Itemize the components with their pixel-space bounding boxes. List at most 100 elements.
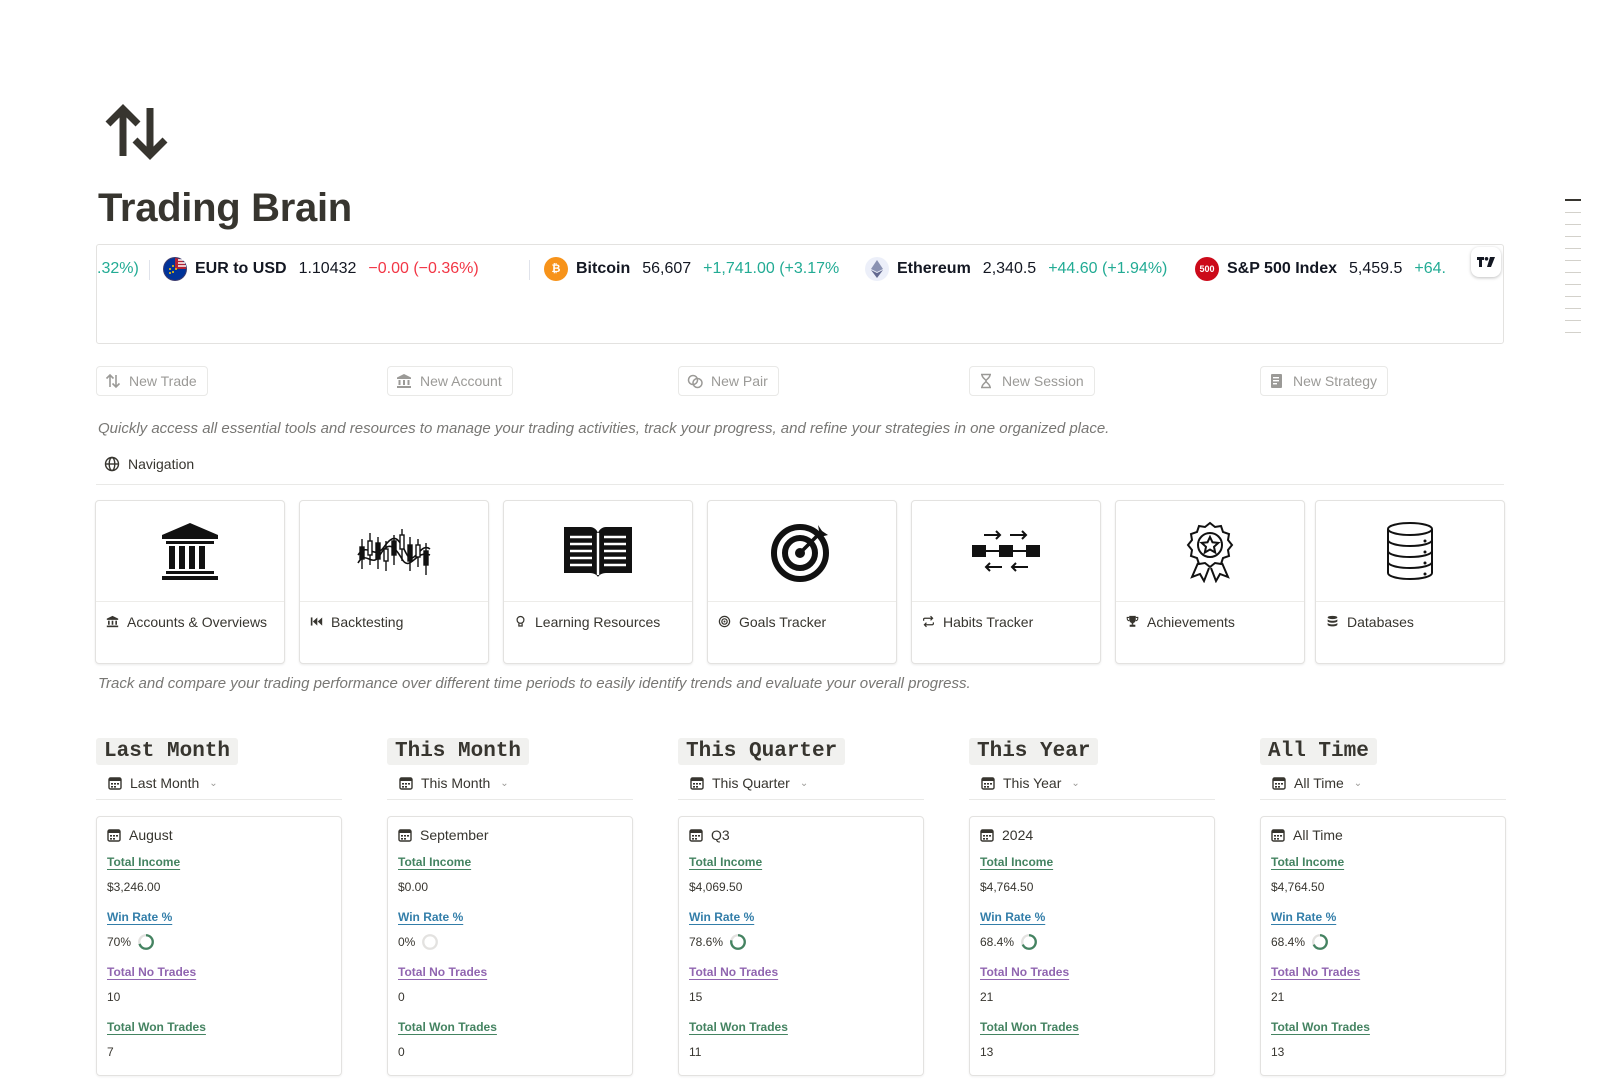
nav-card-databases[interactable]: Databases (1315, 500, 1505, 664)
new-pair-button[interactable]: New Pair (678, 366, 779, 396)
calendar-icon (690, 777, 704, 790)
win-rate-label[interactable]: Win Rate % (107, 910, 172, 931)
bank-icon (106, 615, 119, 628)
view-tab-label: All Time (1294, 775, 1344, 791)
nav-card-backtesting[interactable]: Backtesting (299, 500, 489, 664)
win-rate-value: 68.4% (980, 931, 1204, 962)
card-title-text: 2024 (1002, 827, 1034, 843)
button-label: New Pair (711, 373, 768, 389)
value-text: $4,764.50 (980, 880, 1034, 894)
nav-card-achievements[interactable]: Achievements (1115, 500, 1305, 664)
card-cover (1116, 501, 1304, 602)
win-rate-label[interactable]: Win Rate % (1271, 910, 1336, 931)
bank-icon (397, 374, 411, 388)
period-summary-card[interactable]: September Total Income $0.00 Win Rate % 0% To… (387, 816, 633, 1076)
value-text: 13 (980, 1045, 994, 1059)
period-heading: This Month (387, 738, 530, 765)
win-rate-label[interactable]: Win Rate % (980, 910, 1045, 931)
chevron-down-icon: ⌄ (1353, 777, 1363, 789)
total-won-trades-label[interactable]: Total Won Trades (398, 1020, 497, 1041)
ticker-change: +64. (1414, 260, 1446, 277)
total-no-trades-value: 21 (1271, 986, 1495, 1017)
total-won-trades-label[interactable]: Total Won Trades (1271, 1020, 1370, 1041)
table-of-contents-indicator[interactable] (1565, 199, 1581, 344)
total-no-trades-label[interactable]: Total No Trades (980, 965, 1069, 986)
repeat-icon (923, 615, 934, 628)
total-no-trades-label[interactable]: Total No Trades (398, 965, 487, 986)
navigation-header[interactable]: Navigation (104, 456, 194, 472)
total-won-trades-label[interactable]: Total Won Trades (980, 1020, 1079, 1041)
card-title-text: Learning Resources (535, 614, 661, 630)
new-account-button[interactable]: New Account (387, 366, 513, 396)
bitcoin-icon: ₿ (544, 257, 568, 281)
ticker-item-eurusd[interactable]: EUR to USD 1.10432 −0.00 (−0.36%) (163, 255, 479, 283)
value-text: 13 (1271, 1045, 1285, 1059)
toc-line (1565, 212, 1581, 213)
view-tab[interactable]: This Year ⌄ (981, 775, 1215, 791)
total-won-trades-label[interactable]: Total Won Trades (107, 1020, 206, 1041)
period-summary-card[interactable]: Q3 Total Income $4,069.50 Win Rate % 78.6% To… (678, 816, 924, 1076)
view-tab[interactable]: Last Month ⌄ (108, 775, 342, 791)
new-trade-button[interactable]: New Trade (96, 366, 208, 396)
nav-card-accounts[interactable]: Accounts & Overviews (95, 500, 285, 664)
ticker-item-sp500[interactable]: 500 S&P 500 Index 5,459.5 +64. (1195, 255, 1446, 283)
view-tab[interactable]: This Quarter ⌄ (690, 775, 924, 791)
total-income-label[interactable]: Total Income (107, 855, 180, 876)
quick-actions: New Trade New Account New Pair New Sessi… (96, 366, 1504, 396)
total-won-trades-value: 11 (689, 1041, 913, 1072)
total-income-label[interactable]: Total Income (980, 855, 1053, 876)
ticker-item-bitcoin[interactable]: ₿ Bitcoin 56,607 +1,741.00 (+3.17% (544, 255, 839, 283)
calendar-icon (398, 829, 412, 842)
tradingview-logo-icon[interactable] (1471, 247, 1501, 277)
total-no-trades-label[interactable]: Total No Trades (1271, 965, 1360, 986)
total-no-trades-label[interactable]: Total No Trades (107, 965, 196, 986)
ticker-item-ethereum[interactable]: Ethereum 2,340.5 +44.60 (+1.94%) (865, 255, 1167, 283)
ticker-tape-widget[interactable]: .32%) EUR to USD 1.10432 −0.00 (−0.36%) … (96, 244, 1504, 344)
ticker-price: 56,607 (642, 260, 692, 277)
card-title-text: All Time (1293, 827, 1343, 843)
view-tab[interactable]: This Month ⌄ (399, 775, 633, 791)
total-income-value: $4,069.50 (689, 876, 913, 907)
card-title: Q3 (689, 827, 913, 843)
total-income-label[interactable]: Total Income (1271, 855, 1344, 876)
toc-line (1565, 320, 1581, 321)
up-down-arrows-icon[interactable] (104, 100, 172, 166)
toc-line (1565, 224, 1581, 225)
total-no-trades-value: 0 (398, 986, 622, 1017)
open-book-icon (564, 527, 632, 577)
view-tab[interactable]: All Time ⌄ (1272, 775, 1506, 791)
period-summary-card[interactable]: All Time Total Income $4,764.50 Win Rate % 6… (1260, 816, 1506, 1076)
period-column: This Month This Month ⌄ September Total Inco… (387, 738, 633, 1076)
nav-card-learning-resources[interactable]: Learning Resources (503, 500, 693, 664)
button-label: New Strategy (1293, 373, 1378, 389)
total-no-trades-label[interactable]: Total No Trades (689, 965, 778, 986)
card-title: September (398, 827, 622, 843)
win-rate-ring (730, 934, 746, 950)
value-text: 68.4% (1271, 935, 1306, 949)
up-down-arrows-icon (105, 373, 121, 389)
card-title: Databases (1316, 602, 1504, 632)
button-label: New Account (420, 373, 502, 389)
total-income-label[interactable]: Total Income (689, 855, 762, 876)
trophy-icon (1126, 615, 1139, 627)
nav-card-habits-tracker[interactable]: Habits Tracker (911, 500, 1101, 664)
card-title-text: Habits Tracker (943, 614, 1034, 630)
card-title: 2024 (980, 827, 1204, 843)
value-text: 0 (398, 990, 405, 1004)
total-won-trades-label[interactable]: Total Won Trades (689, 1020, 788, 1041)
win-rate-label[interactable]: Win Rate % (398, 910, 463, 931)
chevron-down-icon: ⌄ (500, 777, 509, 789)
performance-description: Track and compare your trading performan… (98, 675, 971, 692)
toc-line (1565, 296, 1581, 297)
win-rate-label[interactable]: Win Rate % (689, 910, 754, 931)
divider (1260, 799, 1506, 800)
period-summary-card[interactable]: 2024 Total Income $4,764.50 Win Rate % 68.4%… (969, 816, 1215, 1076)
nav-card-goals-tracker[interactable]: Goals Tracker (707, 500, 897, 664)
chevron-down-icon: ⌄ (1071, 777, 1080, 789)
new-strategy-button[interactable]: New Strategy (1260, 366, 1389, 396)
calendar-icon (399, 777, 413, 790)
card-cover (504, 501, 692, 602)
total-income-label[interactable]: Total Income (398, 855, 471, 876)
new-session-button[interactable]: New Session (969, 366, 1095, 396)
period-summary-card[interactable]: August Total Income $3,246.00 Win Rate % 70%… (96, 816, 342, 1076)
